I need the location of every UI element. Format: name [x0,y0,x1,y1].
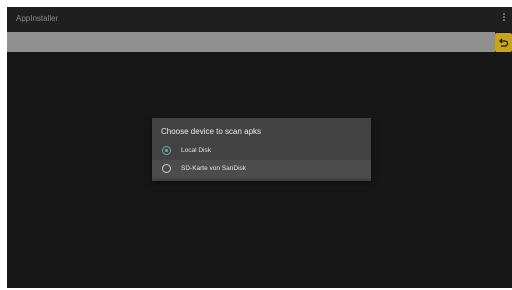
choose-device-dialog: Choose device to scan apks Local Disk SD… [152,118,371,181]
option-label: SD-Karte von SanDisk [181,165,247,172]
dialog-title: Choose device to scan apks [161,127,262,136]
undo-arrow-icon [499,38,509,47]
radio-unchecked-icon[interactable] [162,164,171,173]
option-sd-card[interactable]: SD-Karte von SanDisk [152,160,371,178]
app-title: AppInstaller [16,14,59,23]
option-local-disk[interactable]: Local Disk [152,142,371,160]
option-label: Local Disk [181,147,211,154]
app-screen: AppInstaller Choose device to scan apks … [7,7,512,288]
back-button[interactable] [495,33,512,52]
app-bar: AppInstaller [7,7,512,32]
path-field[interactable] [7,32,495,52]
vertical-dots-icon[interactable] [501,13,507,25]
radio-checked-icon[interactable] [162,146,171,155]
